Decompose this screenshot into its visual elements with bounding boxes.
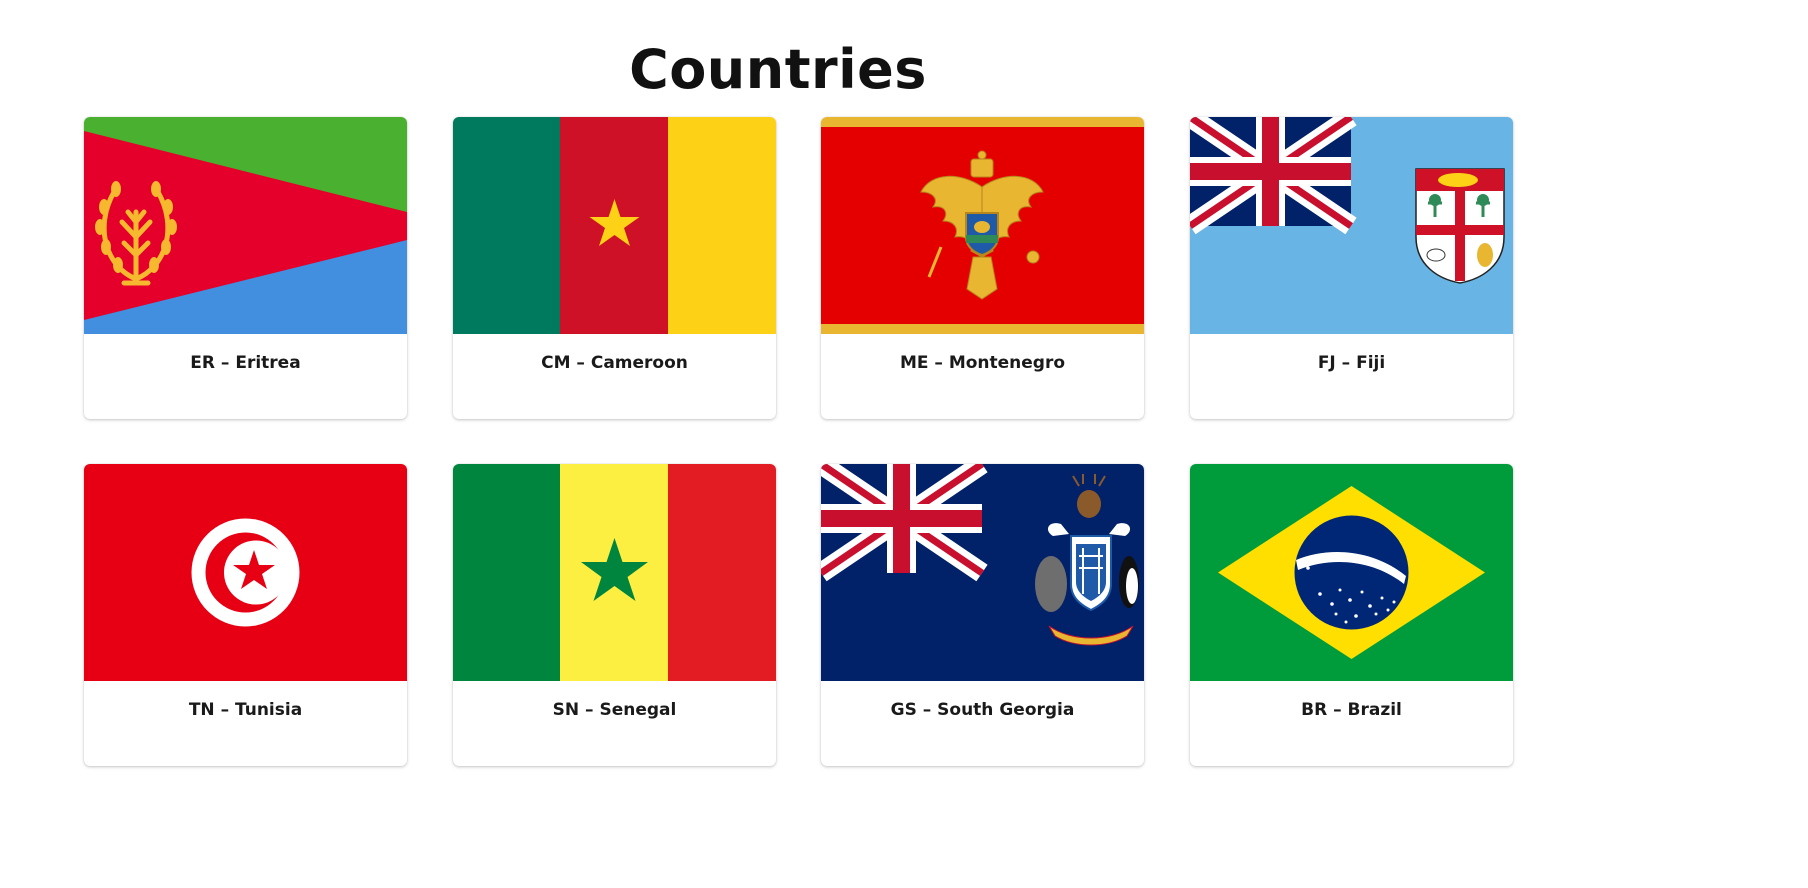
country-label: ME – Montenegro <box>899 353 1066 373</box>
country-card-tunisia[interactable]: TN – Tunisia <box>84 464 407 766</box>
country-label: ER – Eritrea <box>190 353 301 373</box>
page-title: Countries <box>629 38 927 101</box>
brazil-flag-icon <box>1190 464 1513 681</box>
tunisia-flag-icon <box>84 464 407 681</box>
country-card-fiji[interactable]: FJ – Fiji <box>1190 117 1513 419</box>
country-card-cameroon[interactable]: CM – Cameroon <box>453 117 776 419</box>
country-card-south-georgia[interactable]: GS – South Georgia <box>821 464 1144 766</box>
eritrea-flag-icon <box>84 117 407 334</box>
country-card-eritrea[interactable]: ER – Eritrea <box>84 117 407 419</box>
country-label: GS – South Georgia <box>890 700 1075 720</box>
country-card-montenegro[interactable]: ME – Montenegro <box>821 117 1144 419</box>
country-card-brazil[interactable]: BR – Brazil <box>1190 464 1513 766</box>
cameroon-flag-icon <box>453 117 776 334</box>
senegal-flag-icon <box>453 464 776 681</box>
country-label: SN – Senegal <box>552 700 677 720</box>
country-card-senegal[interactable]: SN – Senegal <box>453 464 776 766</box>
fiji-flag-icon <box>1190 117 1513 334</box>
montenegro-flag-icon <box>821 117 1144 334</box>
south-georgia-flag-icon <box>821 464 1144 681</box>
country-label: BR – Brazil <box>1301 700 1402 720</box>
country-label: FJ – Fiji <box>1317 353 1386 373</box>
country-label: TN – Tunisia <box>188 700 303 720</box>
country-label: CM – Cameroon <box>541 353 688 373</box>
